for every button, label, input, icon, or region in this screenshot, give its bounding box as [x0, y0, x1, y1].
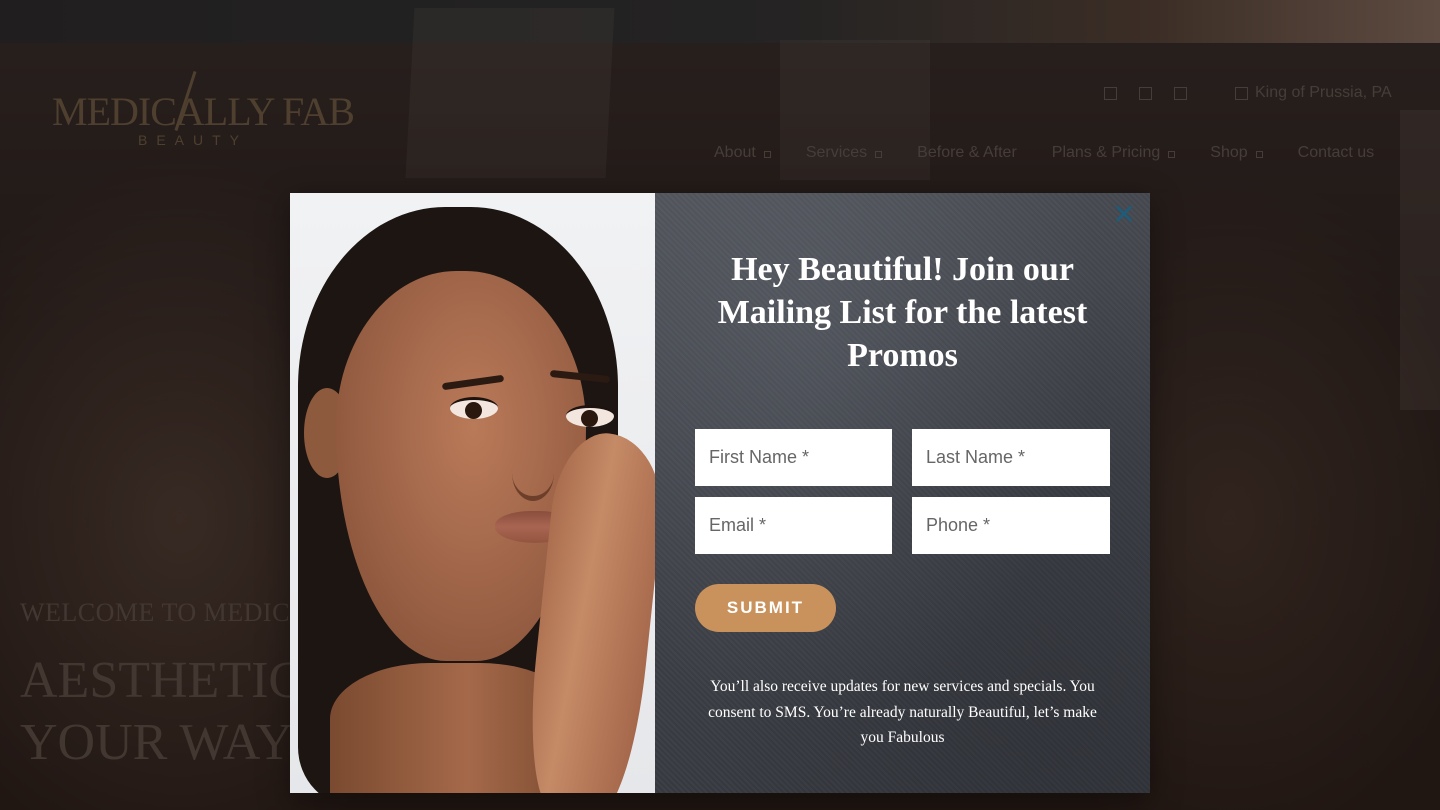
modal-headline: Hey Beautiful! Join our Mailing List for…: [717, 251, 1088, 374]
submit-button[interactable]: SUBMIT: [695, 584, 836, 632]
photo-eye: [566, 405, 614, 427]
signup-form-panel: ✕ Hey Beautiful! Join our Mailing List f…: [655, 193, 1150, 793]
photo-eye: [450, 397, 498, 419]
last-name-input[interactable]: [912, 429, 1110, 486]
newsletter-modal: ✕ Hey Beautiful! Join our Mailing List f…: [290, 193, 1150, 793]
photo-nose: [512, 445, 554, 501]
modal-disclaimer: You’ll also receive updates for new serv…: [708, 678, 1097, 746]
email-input[interactable]: [695, 497, 892, 554]
first-name-input[interactable]: [695, 429, 892, 486]
close-icon[interactable]: ✕: [1112, 201, 1136, 229]
phone-input[interactable]: [912, 497, 1110, 554]
signup-fields: [695, 429, 1110, 554]
model-photo: [290, 193, 655, 793]
